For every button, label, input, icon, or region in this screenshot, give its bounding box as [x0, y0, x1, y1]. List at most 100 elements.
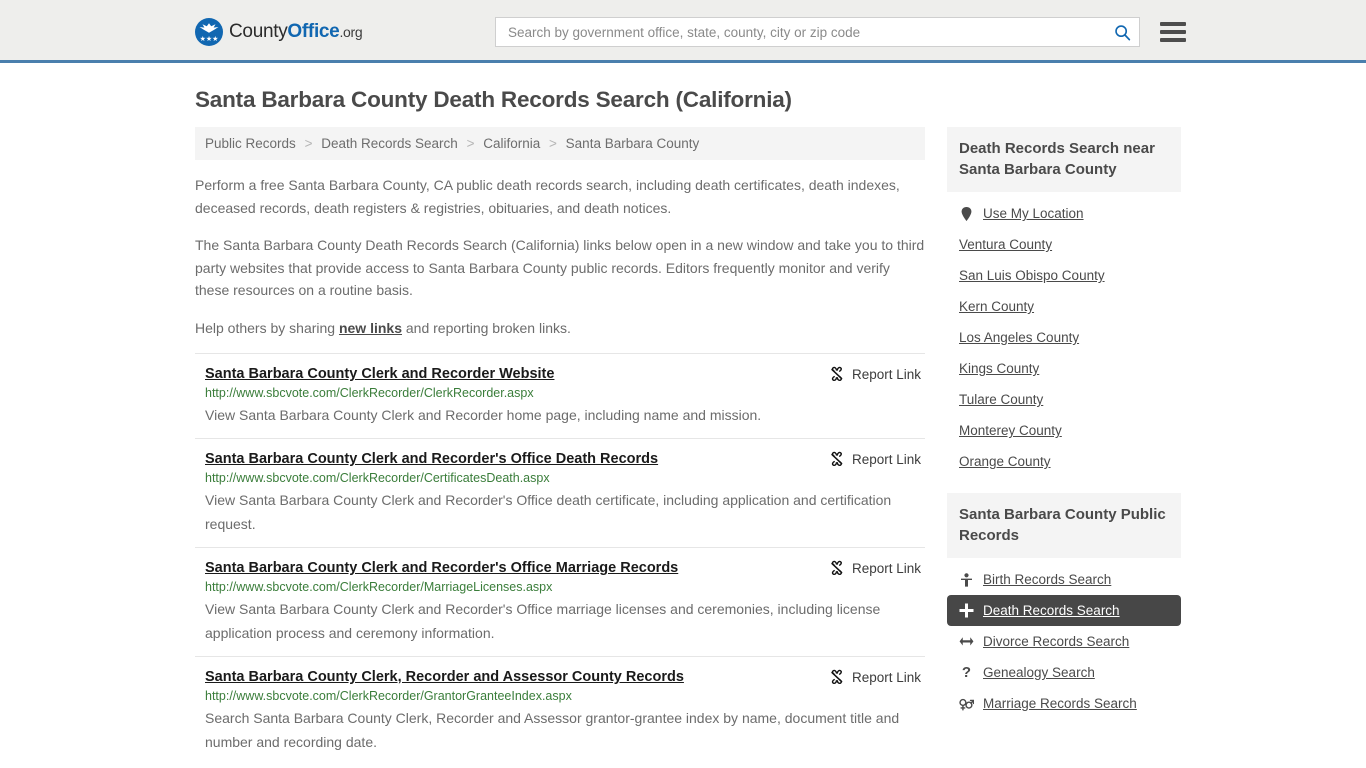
result-item: Santa Barbara County Clerk and Recorder … — [195, 353, 925, 438]
intro-paragraph-2: The Santa Barbara County Death Records S… — [195, 237, 925, 298]
report-link-button[interactable]: Report Link — [829, 560, 925, 576]
sidebar-item-tulare-county[interactable]: Tulare County — [947, 384, 1181, 415]
sidebar-item-marriage-records-search[interactable]: Marriage Records Search — [947, 688, 1181, 719]
public-records-card: Santa Barbara County Public Records Birt… — [947, 493, 1181, 719]
breadcrumb-separator: > — [549, 136, 557, 151]
logo-text-org: .org — [339, 24, 363, 40]
result-item: Santa Barbara County Clerk and Recorder'… — [195, 438, 925, 547]
sidebar-item-ventura-county[interactable]: Ventura County — [947, 229, 1181, 260]
eagle-shield-logo-icon: ★★★ — [195, 18, 223, 46]
sidebar-item-label: Ventura County — [959, 237, 1053, 252]
sidebar-item-use-my-location[interactable]: Use My Location — [947, 198, 1181, 229]
unlink-broken-chain-icon — [831, 366, 843, 381]
breadcrumb-item-california[interactable]: California — [483, 136, 540, 151]
report-link-label: Report Link — [851, 366, 921, 382]
result-url[interactable]: http://www.sbcvote.com/ClerkRecorder/Mar… — [205, 580, 925, 594]
sidebar-item-san-luis-obispo-county[interactable]: San Luis Obispo County — [947, 260, 1181, 291]
result-title-link[interactable]: Santa Barbara County Clerk and Recorder'… — [205, 451, 658, 467]
male-female-icon — [959, 697, 974, 711]
unlink-broken-chain-icon — [831, 451, 843, 466]
plus-cross-icon — [959, 603, 974, 618]
sidebar-item-kings-county[interactable]: Kings County — [947, 353, 1181, 384]
sidebar: Death Records Search near Santa Barbara … — [947, 127, 1181, 735]
sidebar-item-label: Birth Records Search — [983, 572, 1112, 587]
public-records-card-list: Birth Records Search Death Records Searc… — [947, 558, 1181, 719]
result-header: Santa Barbara County Clerk and Recorder … — [205, 366, 925, 382]
new-links-link[interactable]: new links — [339, 320, 402, 336]
result-title-link[interactable]: Santa Barbara County Clerk, Recorder and… — [205, 669, 684, 685]
sidebar-item-death-records-search[interactable]: Death Records Search — [947, 595, 1181, 626]
nearby-card-title: Death Records Search near Santa Barbara … — [947, 127, 1181, 192]
header-search-area — [495, 17, 1186, 47]
hamburger-bar — [1160, 30, 1186, 34]
hamburger-bar — [1160, 38, 1186, 42]
sidebar-item-label: Genealogy Search — [983, 665, 1095, 680]
report-link-label: Report Link — [851, 451, 921, 467]
result-title-link[interactable]: Santa Barbara County Clerk and Recorder'… — [205, 560, 678, 576]
unlink-broken-chain-icon — [831, 560, 843, 575]
public-records-card-title: Santa Barbara County Public Records — [947, 493, 1181, 558]
sidebar-item-orange-county[interactable]: Orange County — [947, 446, 1181, 477]
logo-wordmark: CountyOffice.org — [229, 21, 363, 43]
site-logo[interactable]: ★★★ CountyOffice.org — [195, 18, 363, 46]
search-icon[interactable] — [1114, 24, 1131, 41]
unlink-broken-chain-icon — [831, 669, 843, 684]
sidebar-item-birth-records-search[interactable]: Birth Records Search — [947, 564, 1181, 595]
logo-stars: ★★★ — [199, 36, 219, 43]
search-box[interactable] — [495, 17, 1140, 47]
report-link-label: Report Link — [851, 560, 921, 576]
map-pin-icon — [959, 206, 974, 221]
sidebar-item-label: Monterey County — [959, 423, 1062, 438]
content-layout: Public Records > Death Records Search > … — [195, 127, 1181, 765]
sidebar-item-label: Death Records Search — [983, 603, 1120, 618]
breadcrumb: Public Records > Death Records Search > … — [195, 127, 925, 160]
sidebar-item-divorce-records-search[interactable]: Divorce Records Search — [947, 626, 1181, 657]
result-item: Santa Barbara County Clerk and Recorder'… — [195, 547, 925, 656]
page-container: Santa Barbara County Death Records Searc… — [0, 87, 1366, 765]
result-url[interactable]: http://www.sbcvote.com/ClerkRecorder/Gra… — [205, 689, 925, 703]
result-description: Search Santa Barbara County Clerk, Recor… — [205, 710, 900, 750]
result-description: View Santa Barbara County Clerk and Reco… — [205, 601, 881, 641]
sidebar-item-label: Divorce Records Search — [983, 634, 1130, 649]
report-link-button[interactable]: Report Link — [829, 366, 925, 382]
breadcrumb-item-public-records[interactable]: Public Records — [205, 136, 296, 151]
result-description: View Santa Barbara County Clerk and Reco… — [205, 492, 892, 532]
breadcrumb-item-death-records-search[interactable]: Death Records Search — [321, 136, 458, 151]
sidebar-item-genealogy-search[interactable]: ? Genealogy Search — [947, 657, 1181, 688]
report-link-label: Report Link — [851, 669, 921, 685]
result-url[interactable]: http://www.sbcvote.com/ClerkRecorder/Cle… — [205, 386, 925, 400]
result-header: Santa Barbara County Clerk and Recorder'… — [205, 560, 925, 576]
intro-share-suffix: and reporting broken links. — [402, 319, 571, 336]
page-title: Santa Barbara County Death Records Searc… — [195, 87, 792, 112]
breadcrumb-separator: > — [466, 136, 475, 151]
report-link-button[interactable]: Report Link — [829, 669, 925, 685]
main-column: Public Records > Death Records Search > … — [195, 127, 925, 765]
nearby-card-list: Use My Location Ventura County San Luis … — [947, 192, 1181, 477]
sidebar-item-label: San Luis Obispo County — [959, 268, 1105, 283]
sidebar-item-label: Kings County — [959, 361, 1040, 376]
site-header: ★★★ CountyOffice.org — [0, 0, 1366, 63]
sidebar-item-label: Kern County — [959, 299, 1035, 314]
sidebar-item-monterey-county[interactable]: Monterey County — [947, 415, 1181, 446]
breadcrumb-separator: > — [304, 136, 313, 151]
result-title-link[interactable]: Santa Barbara County Clerk and Recorder … — [205, 366, 554, 382]
sidebar-item-label: Tulare County — [959, 392, 1044, 407]
logo-text-county: County — [229, 21, 288, 42]
result-item: Santa Barbara County Clerk, Recorder and… — [195, 656, 925, 765]
sidebar-item-kern-county[interactable]: Kern County — [947, 291, 1181, 322]
nearby-searches-card: Death Records Search near Santa Barbara … — [947, 127, 1181, 477]
result-url[interactable]: http://www.sbcvote.com/ClerkRecorder/Cer… — [205, 471, 925, 485]
report-link-button[interactable]: Report Link — [829, 451, 925, 467]
question-mark-icon: ? — [961, 664, 972, 681]
left-right-arrow-icon — [959, 636, 974, 647]
result-header: Santa Barbara County Clerk, Recorder and… — [205, 669, 925, 685]
intro-paragraph-3: Help others by sharing new links and rep… — [195, 317, 925, 340]
search-input[interactable] — [506, 23, 1114, 41]
sidebar-item-label: Marriage Records Search — [983, 696, 1137, 711]
hamburger-menu-icon[interactable] — [1160, 22, 1186, 42]
hamburger-bar — [1160, 22, 1186, 26]
intro-share-prefix: Help others by sharing — [195, 319, 339, 336]
breadcrumb-item-santa-barbara-county[interactable]: Santa Barbara County — [566, 136, 700, 151]
sidebar-item-los-angeles-county[interactable]: Los Angeles County — [947, 322, 1181, 353]
results-list: Santa Barbara County Clerk and Recorder … — [195, 353, 925, 765]
